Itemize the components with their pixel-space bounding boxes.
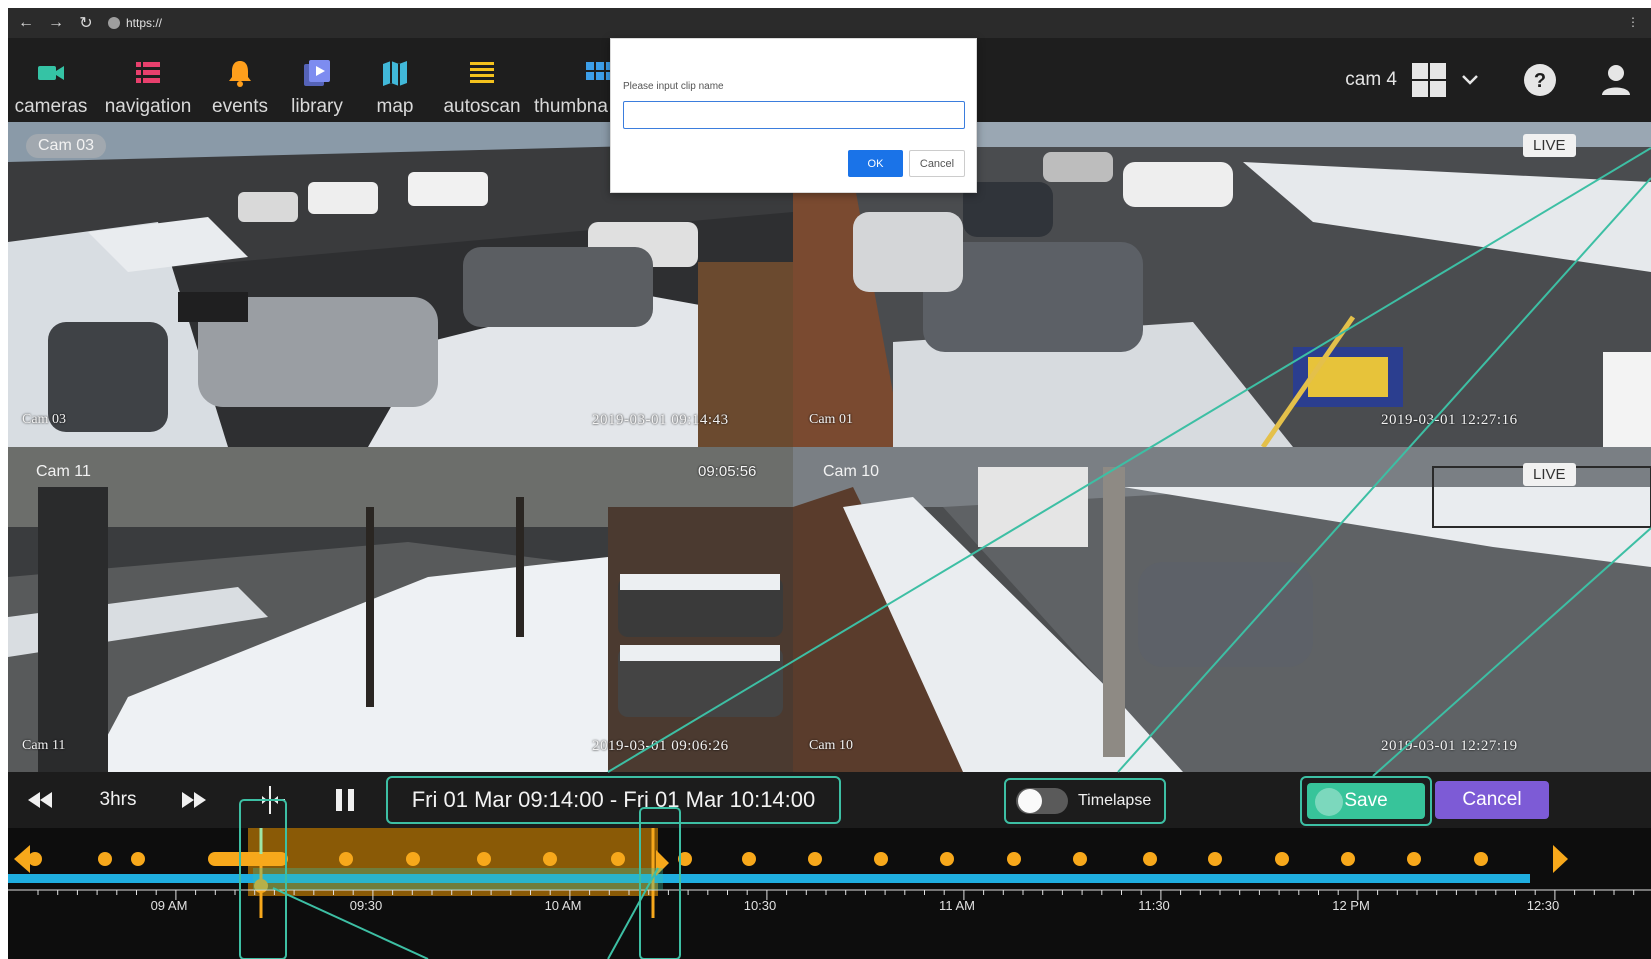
browser-bar: ← → ↻ https:// ⋮ [8, 8, 1651, 38]
toggle-knob [1018, 789, 1042, 813]
camera-timestamp: 2019-03-01 09:14:43 [592, 412, 729, 428]
nav-item-events[interactable]: events [206, 38, 274, 122]
nav-label: library [291, 96, 343, 117]
clip-time-range[interactable]: Fri 01 Mar 09:14:00 - Fri 01 Mar 10:14:0… [386, 776, 841, 824]
rewind-icon [28, 792, 52, 808]
camera-clock: 09:05:56 [698, 463, 757, 480]
camera-feed-image [8, 447, 793, 772]
rewind-button[interactable] [24, 786, 56, 814]
nav-label: autoscan [443, 96, 521, 117]
center-playhead-button[interactable] [252, 784, 288, 816]
cancel-button[interactable]: Cancel [1435, 781, 1549, 819]
timelapse-label: Timelapse [1078, 792, 1152, 809]
nav-label: thumbna [534, 96, 608, 117]
pause-icon [336, 789, 354, 811]
nav-label: navigation [104, 96, 192, 117]
range-end-arrow-icon[interactable] [656, 850, 669, 876]
tick-label: 11 AM [939, 898, 975, 913]
nav-item-map[interactable]: map [362, 38, 428, 122]
nav-item-library[interactable]: library [282, 38, 352, 122]
nav-label: map [376, 96, 414, 117]
help-icon[interactable]: ? [1523, 63, 1557, 97]
save-button[interactable]: Save [1307, 783, 1425, 819]
timeline-right-arrow-icon[interactable] [1553, 845, 1568, 873]
lines-icon [470, 62, 494, 83]
align-center-icon [255, 786, 285, 814]
nav-item-cameras[interactable]: cameras [12, 38, 90, 122]
pause-button[interactable] [330, 786, 360, 814]
camera-feed-image [793, 447, 1651, 772]
live-badge: LIVE [1523, 134, 1576, 157]
playback-controls: 3hrs Fri 01 Mar 09:14:00 - Fri 01 Mar 10… [8, 772, 1651, 828]
clip-name-dialog: Please input clip name OK Cancel [610, 38, 977, 193]
timeline-left-arrow-icon[interactable] [14, 845, 30, 873]
tick-label: 09 AM [150, 898, 188, 913]
svg-text:?: ? [1534, 70, 1546, 92]
timelapse-toggle[interactable] [1016, 788, 1068, 814]
bell-icon [229, 61, 251, 87]
camera-count: cam 4 [1345, 69, 1397, 90]
clip-name-input[interactable] [623, 101, 965, 129]
dialog-prompt-label: Please input clip name [623, 81, 724, 92]
timeline-track [8, 828, 1651, 918]
ripple-effect [1315, 788, 1343, 816]
camera-name-pill: Cam 03 [26, 134, 107, 158]
nav-label: events [212, 96, 268, 117]
map-icon [383, 61, 407, 86]
range-start-knob[interactable] [254, 879, 268, 893]
video-camera-icon [38, 66, 64, 80]
chevron-down-icon[interactable] [1461, 71, 1479, 89]
fast-forward-button[interactable] [178, 786, 210, 814]
timeline[interactable]: 09 AM 09:30 10 AM 10:30 11 AM 11:30 12 P… [8, 828, 1651, 959]
camera-name-label: Cam 11 [36, 463, 91, 480]
tick-label: 10:30 [743, 898, 777, 913]
save-label: Save [1344, 790, 1388, 811]
selected-range [248, 828, 658, 896]
camera-name-label: Cam 10 [823, 463, 880, 480]
nav-label: cameras [14, 96, 88, 117]
camera-timestamp: 2019-03-01 12:27:16 [1381, 412, 1518, 428]
nav-item-navigation[interactable]: navigation [96, 38, 200, 122]
tick-label: 11:30 [1138, 898, 1170, 913]
duration-selector[interactable]: 3hrs [94, 786, 142, 814]
camera-grid: Cam 03 Cam 03 2019-03-01 09:14:43 LIVE C… [8, 122, 1651, 772]
tick-label: 12 PM [1332, 898, 1370, 913]
library-play-icon [304, 60, 330, 86]
event-cluster [208, 852, 288, 866]
save-highlight: Save [1300, 776, 1432, 826]
camera-osd-label: Cam 03 [22, 412, 66, 427]
tick-label: 09:30 [349, 898, 383, 913]
camera-tile-cam-10[interactable]: LIVE Cam 10 Cam 10 2019-03-01 12:27:19 [793, 447, 1651, 772]
dialog-cancel-button[interactable]: Cancel [909, 150, 965, 177]
fast-forward-icon [182, 792, 206, 808]
tick-label: 10 AM [544, 898, 582, 913]
arrow-right-icon[interactable]: → [48, 14, 64, 32]
list-icon [136, 62, 160, 83]
camera-osd-label: Cam 11 [22, 738, 66, 753]
address-bar[interactable]: https:// [108, 16, 162, 30]
camera-osd-label: Cam 01 [809, 412, 853, 427]
url-text: https:// [126, 16, 163, 30]
recording-bar [8, 874, 1530, 883]
camera-tile-cam-11[interactable]: Cam 11 09:05:56 Cam 11 2019-03-01 09:06:… [8, 447, 793, 772]
thumbnails-icon [586, 62, 610, 80]
reload-icon[interactable]: ↻ [78, 13, 94, 33]
camera-osd-label: Cam 10 [809, 738, 853, 753]
nav-item-autoscan[interactable]: autoscan [438, 38, 526, 122]
arrow-left-icon[interactable]: ← [18, 14, 34, 32]
site-info-icon[interactable] [108, 17, 120, 29]
ok-button[interactable]: OK [848, 150, 903, 177]
browser-menu-icon[interactable]: ⋮ [1627, 15, 1639, 29]
tick-label: 12:30 [1526, 898, 1560, 913]
timelapse-toggle-group[interactable]: Timelapse [1004, 778, 1166, 824]
user-icon[interactable] [1601, 64, 1631, 96]
toolbar-right: cam 4 ? [1345, 38, 1651, 122]
app-frame: ← → ↻ https:// ⋮ cameras navigation even… [8, 8, 1651, 959]
camera-timestamp: 2019-03-01 12:27:19 [1381, 738, 1518, 754]
nav-item-thumbnails[interactable]: thumbna [534, 38, 610, 122]
live-badge: LIVE [1523, 463, 1576, 486]
camera-timestamp: 2019-03-01 09:06:26 [592, 738, 729, 754]
grid-layout-icon[interactable] [1411, 62, 1447, 98]
